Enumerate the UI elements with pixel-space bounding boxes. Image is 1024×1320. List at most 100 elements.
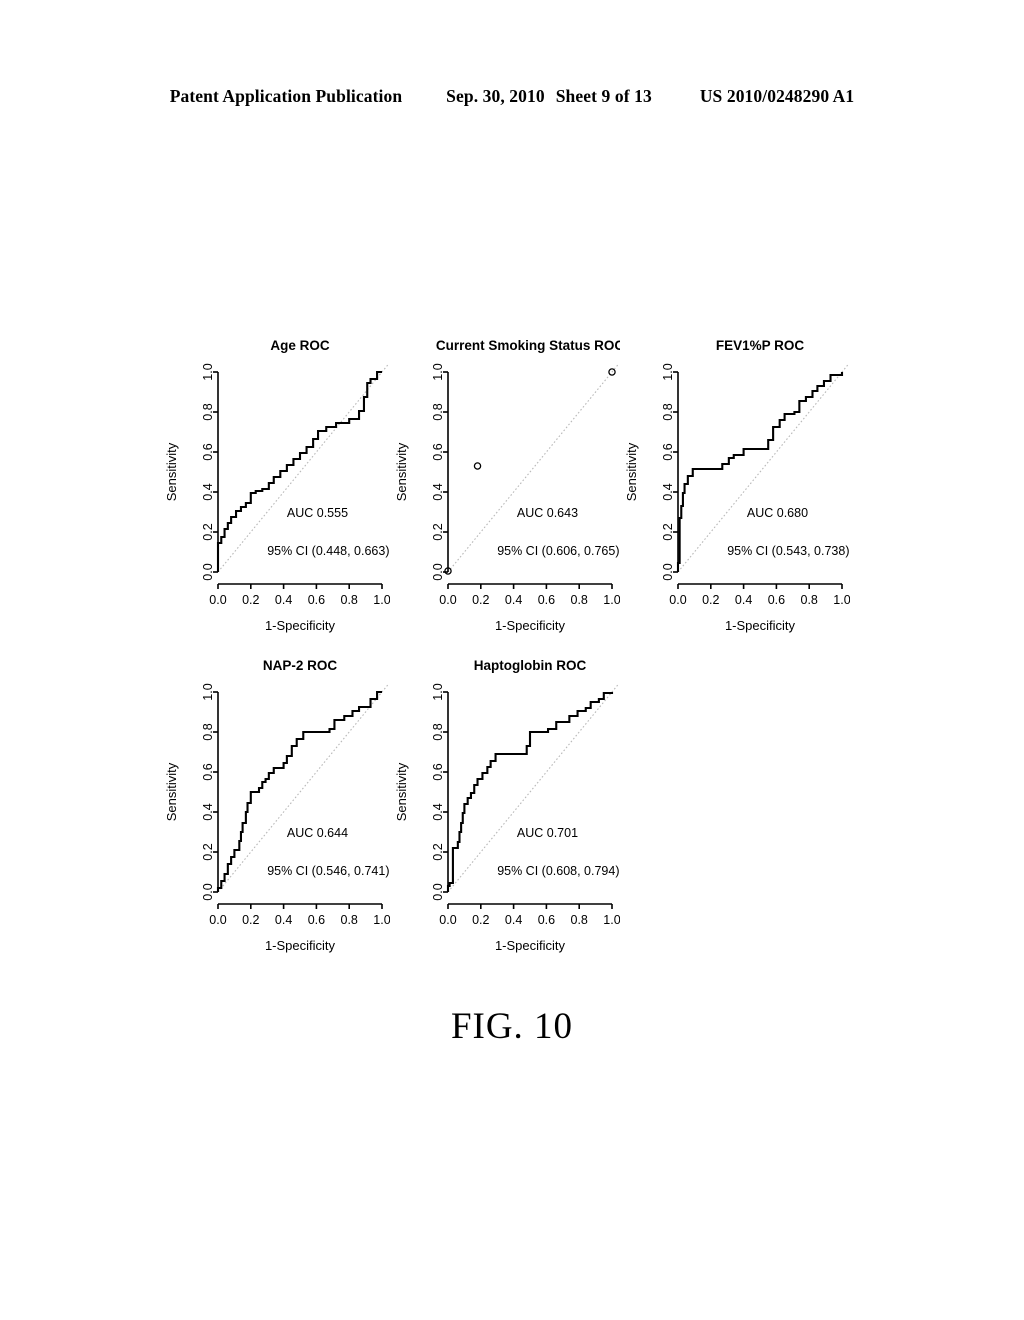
chart-title-current-smoking-status: Current Smoking Status ROC [436,338,620,353]
x-tick-label-age-3: 0.6 [308,593,325,607]
y-tick-label-age-3: 0.6 [201,443,215,460]
x-tick-label-haptoglobin-4: 0.8 [571,913,588,927]
roc-chart-age: Age ROC 0.0 0.2 0.4 0.6 0.8 1.0 0.0 0.2 0.4 0.6 0.8… [164,338,390,633]
x-tick-label-nap-2-0: 0.0 [209,913,226,927]
y-tick-label-current-smoking-status-1: 0.2 [431,523,445,540]
roc-plot-haptoglobin: Haptoglobin ROC 0.0 0.2 0.4 0.6 0.8 1.0 0.0 0.2 0… [390,650,620,970]
auc-label-nap-2: AUC 0.644 [287,826,348,840]
x-tick-label-fev1pp-3: 0.6 [768,593,785,607]
auc-label-age: AUC 0.555 [287,506,348,520]
x-tick-label-current-smoking-status-0: 0.0 [439,593,456,607]
y-axis-title-nap-2: Sensitivity [164,762,179,821]
auc-label-haptoglobin: AUC 0.701 [517,826,578,840]
x-tick-label-haptoglobin-2: 0.4 [505,913,522,927]
x-tick-label-age-4: 0.8 [341,593,358,607]
y-axis-title-haptoglobin: Sensitivity [394,762,409,821]
ci-label-nap-2: 95% CI (0.546, 0.741) [267,864,389,878]
x-tick-label-fev1pp-0: 0.0 [669,593,686,607]
y-axis-title-age: Sensitivity [164,442,179,501]
plot-row-top: Age ROC 0.0 0.2 0.4 0.6 0.8 1.0 0.0 0.2 0.4 0.6 0.8… [0,330,1024,650]
roc-plot-nap-2: NAP-2 ROC 0.0 0.2 0.4 0.6 0.8 1.0 0.0 0.2 0.4 0.6 0… [160,650,390,970]
x-tick-label-current-smoking-status-5: 1.0 [603,593,620,607]
x-tick-label-age-1: 0.2 [242,593,259,607]
figure-caption: FIG. 10 [450,1006,574,1047]
x-tick-label-age-5: 1.0 [373,593,390,607]
x-axis-title-nap-2: 1-Specificity [265,938,336,953]
x-tick-label-fev1pp-1: 0.2 [702,593,719,607]
y-tick-label-fev1pp-2: 0.4 [661,483,675,500]
y-tick-label-nap-2-2: 0.4 [201,803,215,820]
x-tick-label-nap-2-2: 0.4 [275,913,292,927]
ci-label-current-smoking-status: 95% CI (0.606, 0.765) [497,544,619,558]
patent-header: Patent Application Publication Sep. 30, … [0,86,1024,107]
y-tick-label-nap-2-0: 0.0 [201,883,215,900]
chart-title-fev1pp: FEV1%P ROC [716,338,805,353]
x-tick-label-haptoglobin-5: 1.0 [603,913,620,927]
reference-diagonal-nap-2 [217,683,389,893]
x-tick-label-nap-2-4: 0.8 [341,913,358,927]
y-tick-label-haptoglobin-1: 0.2 [431,843,445,860]
y-tick-label-age-0: 0.0 [201,563,215,580]
ci-label-haptoglobin: 95% CI (0.608, 0.794) [497,864,619,878]
y-tick-label-haptoglobin-2: 0.4 [431,803,445,820]
chart-title-haptoglobin: Haptoglobin ROC [474,658,587,673]
roc-chart-haptoglobin: Haptoglobin ROC 0.0 0.2 0.4 0.6 0.8 1.0 0.0 0.2 0… [394,658,620,953]
y-tick-label-current-smoking-status-0: 0.0 [431,563,445,580]
chart-title-age: Age ROC [270,338,330,353]
y-tick-label-haptoglobin-4: 0.8 [431,723,445,740]
y-tick-label-nap-2-5: 1.0 [201,683,215,700]
x-tick-label-age-2: 0.4 [275,593,292,607]
y-tick-label-haptoglobin-3: 0.6 [431,763,445,780]
x-tick-label-fev1pp-5: 1.0 [833,593,850,607]
x-tick-label-fev1pp-2: 0.4 [735,593,752,607]
roc-chart-fev1pp: FEV1%P ROC 0.0 0.2 0.4 0.6 0.8 1.0 0.0 0.2 0.4 0.6… [624,338,850,633]
y-tick-label-age-5: 1.0 [201,363,215,380]
x-tick-label-current-smoking-status-3: 0.6 [538,593,555,607]
x-tick-label-nap-2-3: 0.6 [308,913,325,927]
y-tick-label-fev1pp-1: 0.2 [661,523,675,540]
y-axis-title-fev1pp: Sensitivity [624,442,639,501]
y-tick-label-age-1: 0.2 [201,523,215,540]
y-tick-label-age-2: 0.4 [201,483,215,500]
roc-point-current-smoking-status-1 [473,462,482,470]
x-tick-label-age-0: 0.0 [209,593,226,607]
y-axis-title-current-smoking-status: Sensitivity [394,442,409,501]
roc-plot-age: Age ROC 0.0 0.2 0.4 0.6 0.8 1.0 0.0 0.2 0.4 0.6 0.8… [160,330,390,650]
y-tick-label-fev1pp-4: 0.8 [661,403,675,420]
y-tick-label-current-smoking-status-5: 1.0 [431,363,445,380]
publication-label: Patent Application Publication [169,86,403,106]
ci-label-age: 95% CI (0.448, 0.663) [267,544,389,558]
sheet-number: Sheet 9 of 13 [555,86,652,106]
y-tick-label-haptoglobin-0: 0.0 [431,883,445,900]
x-tick-label-fev1pp-4: 0.8 [801,593,818,607]
y-tick-label-nap-2-4: 0.8 [201,723,215,740]
roc-plot-grid: Age ROC 0.0 0.2 0.4 0.6 0.8 1.0 0.0 0.2 0.4 0.6 0.8… [0,330,1024,970]
x-tick-label-current-smoking-status-1: 0.2 [472,593,489,607]
x-tick-label-current-smoking-status-4: 0.8 [571,593,588,607]
y-tick-label-fev1pp-5: 1.0 [661,363,675,380]
y-tick-label-fev1pp-3: 0.6 [661,443,675,460]
x-tick-label-nap-2-5: 1.0 [373,913,390,927]
roc-chart-nap-2: NAP-2 ROC 0.0 0.2 0.4 0.6 0.8 1.0 0.0 0.2 0.4 0.6 0… [164,658,390,953]
auc-label-current-smoking-status: AUC 0.643 [517,506,578,520]
y-tick-label-current-smoking-status-2: 0.4 [431,483,445,500]
y-tick-label-fev1pp-0: 0.0 [661,563,675,580]
y-tick-label-haptoglobin-5: 1.0 [431,683,445,700]
y-tick-label-current-smoking-status-4: 0.8 [431,403,445,420]
x-axis-title-age: 1-Specificity [265,618,336,633]
y-tick-label-nap-2-3: 0.6 [201,763,215,780]
x-tick-label-nap-2-1: 0.2 [242,913,259,927]
plot-row-bottom: NAP-2 ROC 0.0 0.2 0.4 0.6 0.8 1.0 0.0 0.2 0.4 0.6 0… [0,650,1024,970]
publication-date: Sep. 30, 2010 [446,86,545,106]
roc-plot-fev1pp: FEV1%P ROC 0.0 0.2 0.4 0.6 0.8 1.0 0.0 0.2 0.4 0.6… [620,330,850,650]
x-tick-label-haptoglobin-0: 0.0 [439,913,456,927]
roc-plot-current-smoking-status: Current Smoking Status ROC 0.0 0.2 0.4 0.6 0.… [390,330,620,650]
y-tick-label-age-4: 0.8 [201,403,215,420]
auc-label-fev1pp: AUC 0.680 [747,506,808,520]
ci-label-fev1pp: 95% CI (0.543, 0.738) [727,544,849,558]
reference-diagonal-age [217,363,389,573]
x-tick-label-current-smoking-status-2: 0.4 [505,593,522,607]
reference-diagonal-current-smoking-status [447,363,619,573]
x-tick-label-haptoglobin-1: 0.2 [472,913,489,927]
patent-number: US 2010/0248290 A1 [699,86,855,106]
